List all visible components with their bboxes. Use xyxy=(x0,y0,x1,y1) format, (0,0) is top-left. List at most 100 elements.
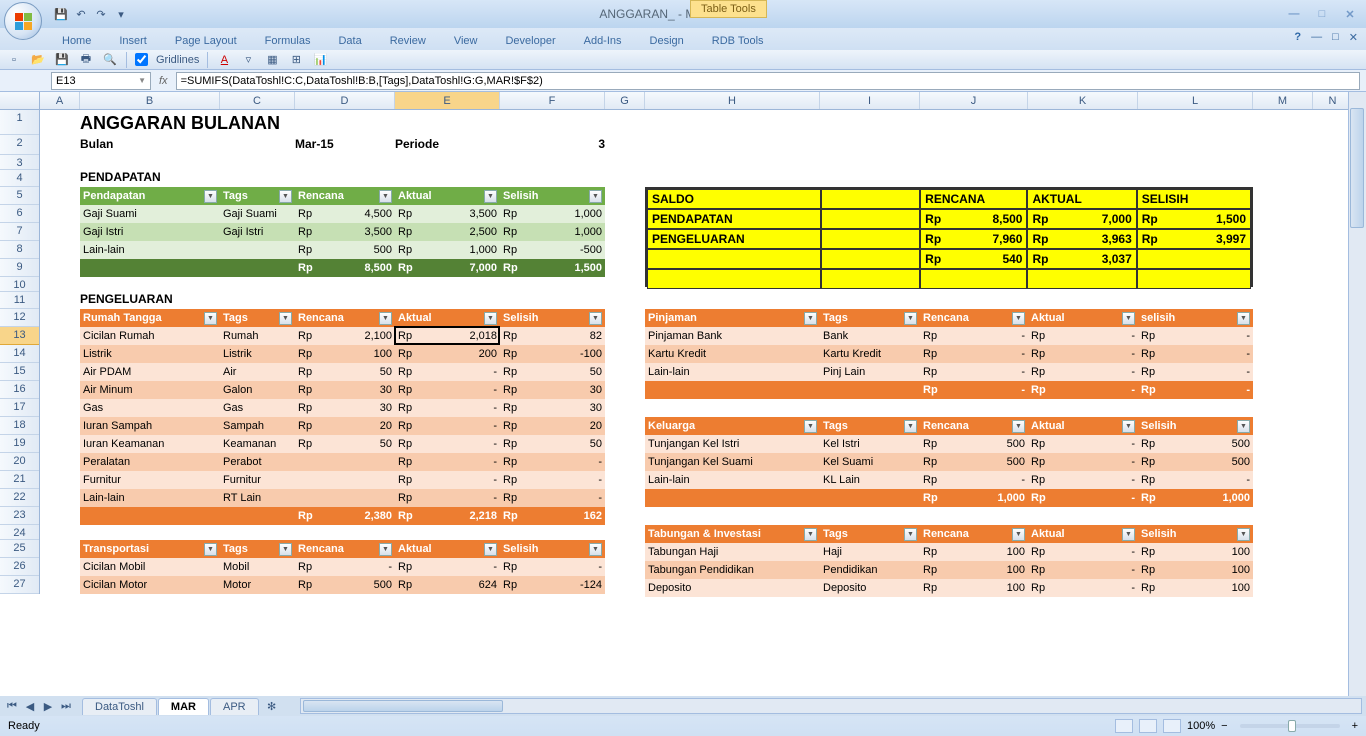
column-header-G[interactable]: G xyxy=(605,92,645,109)
table-header[interactable]: Rencana▼ xyxy=(920,420,1028,433)
formula-input[interactable]: =SUMIFS(DataToshl!C:C,DataToshl!B:B,[Tag… xyxy=(176,72,1360,90)
close-workbook-icon[interactable]: ✕ xyxy=(1349,31,1358,44)
merge-icon[interactable]: ⊞ xyxy=(288,52,304,68)
row-header-15[interactable]: 15 xyxy=(0,363,39,381)
save-icon-2[interactable]: 💾 xyxy=(54,52,70,68)
grid[interactable]: ANGGARAN BULANANBulanMar-15Periode3PENDA… xyxy=(40,110,1366,692)
column-header-D[interactable]: D xyxy=(295,92,395,109)
table-header[interactable]: Tags▼ xyxy=(820,528,920,541)
horizontal-scrollbar[interactable] xyxy=(300,698,1362,714)
tab-home[interactable]: Home xyxy=(48,32,105,50)
zoom-slider[interactable] xyxy=(1240,724,1340,728)
filter-icon[interactable]: ▼ xyxy=(379,543,392,556)
row-header-20[interactable]: 20 xyxy=(0,453,39,471)
filter-icon[interactable]: ▼ xyxy=(589,190,602,203)
tab-design[interactable]: Design xyxy=(636,32,698,50)
table-header[interactable]: Aktual▼ xyxy=(1028,528,1138,541)
filter-icon[interactable]: ▼ xyxy=(804,312,817,325)
table-header[interactable]: Selisih▼ xyxy=(1138,420,1253,433)
table-header[interactable]: Aktual▼ xyxy=(395,543,500,556)
column-header-B[interactable]: B xyxy=(80,92,220,109)
column-header-K[interactable]: K xyxy=(1028,92,1138,109)
page-layout-view-icon[interactable] xyxy=(1139,719,1157,733)
table-header[interactable]: Tags▼ xyxy=(820,312,920,325)
table-header[interactable]: Transportasi▼ xyxy=(80,543,220,556)
select-all-button[interactable] xyxy=(0,92,40,110)
sheet-tab-APR[interactable]: APR xyxy=(210,698,259,715)
filter-icon[interactable]: ▼ xyxy=(279,190,292,203)
filter-icon[interactable]: ▼ xyxy=(279,312,292,325)
filter-icon[interactable]: ▼ xyxy=(904,312,917,325)
save-icon[interactable]: 💾 xyxy=(52,5,70,23)
table-header[interactable]: Keluarga▼ xyxy=(645,420,820,433)
minimize-icon[interactable]: — xyxy=(1282,5,1306,23)
table-header[interactable]: Aktual▼ xyxy=(1028,312,1138,325)
sheet-tab-DataToshl[interactable]: DataToshl xyxy=(82,698,157,715)
filter-icon[interactable]: ▼ xyxy=(589,543,602,556)
chart-icon[interactable]: 📊 xyxy=(312,52,328,68)
column-header-A[interactable]: A xyxy=(40,92,80,109)
filter-icon[interactable]: ▼ xyxy=(1122,312,1135,325)
table-header[interactable]: Selisih▼ xyxy=(500,190,605,203)
table-header[interactable]: Rencana▼ xyxy=(295,543,395,556)
table-header[interactable]: Pendapatan▼ xyxy=(80,190,220,203)
row-header-23[interactable]: 23 xyxy=(0,507,39,525)
row-header-2[interactable]: 2 xyxy=(0,135,39,155)
filter-icon[interactable]: ▼ xyxy=(1012,312,1025,325)
row-header-7[interactable]: 7 xyxy=(0,223,39,241)
filter-icon[interactable]: ▼ xyxy=(804,528,817,541)
minimize-ribbon-icon[interactable]: — xyxy=(1311,31,1322,44)
help-icon[interactable]: ? xyxy=(1294,31,1301,44)
row-header-26[interactable]: 26 xyxy=(0,558,39,576)
office-button[interactable] xyxy=(4,2,42,40)
filter-icon[interactable]: ▼ xyxy=(484,190,497,203)
table-header[interactable]: Tags▼ xyxy=(820,420,920,433)
filter-icon[interactable]: ▼ xyxy=(379,312,392,325)
column-header-L[interactable]: L xyxy=(1138,92,1253,109)
undo-icon[interactable]: ↶ xyxy=(72,5,90,23)
filter-icon[interactable]: ▼ xyxy=(1122,528,1135,541)
tab-formulas[interactable]: Formulas xyxy=(251,32,325,50)
tab-rdbtools[interactable]: RDB Tools xyxy=(698,32,778,50)
filter-icon[interactable]: ▼ xyxy=(904,420,917,433)
last-sheet-icon[interactable]: ⏭ xyxy=(58,698,74,714)
table-header[interactable]: selisih▼ xyxy=(1138,312,1253,325)
filter-icon[interactable]: ▼ xyxy=(204,190,217,203)
filter-icon[interactable]: ▼ xyxy=(589,312,602,325)
filter-icon[interactable]: ▼ xyxy=(1122,420,1135,433)
tab-addins[interactable]: Add-Ins xyxy=(570,32,636,50)
column-header-H[interactable]: H xyxy=(645,92,820,109)
filter-icon[interactable]: ▼ xyxy=(1012,420,1025,433)
row-header-10[interactable]: 10 xyxy=(0,277,39,292)
fx-icon[interactable]: fx xyxy=(159,75,168,87)
page-break-view-icon[interactable] xyxy=(1163,719,1181,733)
fill-color-icon[interactable]: ▿ xyxy=(240,52,256,68)
row-header-8[interactable]: 8 xyxy=(0,241,39,259)
maximize-icon[interactable]: □ xyxy=(1310,5,1334,23)
row-header-17[interactable]: 17 xyxy=(0,399,39,417)
gridlines-checkbox[interactable] xyxy=(135,53,148,66)
zoom-out-icon[interactable]: − xyxy=(1221,720,1227,732)
tab-review[interactable]: Review xyxy=(376,32,440,50)
zoom-in-icon[interactable]: + xyxy=(1352,720,1358,732)
row-header-27[interactable]: 27 xyxy=(0,576,39,594)
filter-icon[interactable]: ▼ xyxy=(1237,528,1250,541)
tab-data[interactable]: Data xyxy=(324,32,375,50)
row-header-4[interactable]: 4 xyxy=(0,170,39,187)
row-header-9[interactable]: 9 xyxy=(0,259,39,277)
filter-icon[interactable]: ▼ xyxy=(204,543,217,556)
table-header[interactable]: Selisih▼ xyxy=(500,543,605,556)
redo-icon[interactable]: ↷ xyxy=(92,5,110,23)
table-header[interactable]: Aktual▼ xyxy=(395,312,500,325)
filter-icon[interactable]: ▼ xyxy=(484,312,497,325)
row-header-3[interactable]: 3 xyxy=(0,155,39,170)
preview-icon[interactable]: 🔍 xyxy=(102,52,118,68)
table-header[interactable]: Selisih▼ xyxy=(500,312,605,325)
table-header[interactable]: Rencana▼ xyxy=(295,190,395,203)
restore-window-icon[interactable]: □ xyxy=(1332,31,1339,44)
normal-view-icon[interactable] xyxy=(1115,719,1133,733)
sheet-tab-MAR[interactable]: MAR xyxy=(158,698,209,715)
column-header-F[interactable]: F xyxy=(500,92,605,109)
table-header[interactable]: Selisih▼ xyxy=(1138,528,1253,541)
close-icon[interactable]: ✕ xyxy=(1338,5,1362,23)
